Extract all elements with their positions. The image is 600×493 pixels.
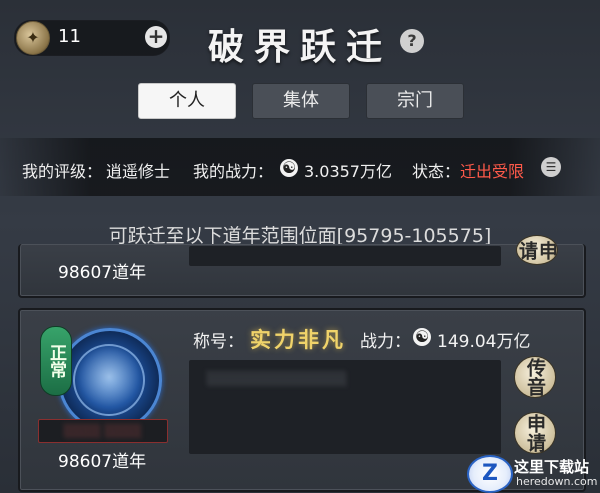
message-button[interactable]: 传音 — [514, 356, 556, 398]
message-box — [189, 246, 501, 266]
player-name-plate: ░░░░ ░░░░ — [38, 419, 168, 443]
rank-value: 逍遥修士 — [106, 162, 171, 181]
apply-button[interactable]: 申请 — [516, 235, 558, 265]
tab-personal[interactable]: 个人 — [138, 83, 236, 119]
title-label: 称号： — [193, 332, 244, 352]
dragon-emblem-icon — [73, 344, 145, 416]
power-label: 我的战力： — [193, 162, 274, 181]
power-value: 3.0357万亿 — [304, 162, 392, 181]
power-value: 149.04万亿 — [437, 332, 531, 352]
apply-button[interactable]: 申请 — [514, 412, 556, 454]
tab-collective[interactable]: 集体 — [252, 83, 350, 119]
watermark-url: heredown.com — [516, 475, 598, 488]
yinyang-icon: ☯ — [413, 327, 431, 346]
year-value: 98607道年 — [58, 263, 147, 283]
watermark-name: 这里下载站 — [514, 458, 590, 476]
page-title: 破界跃迁 — [207, 26, 392, 68]
state-label: 状态： — [412, 162, 461, 181]
title-value: 实力非凡 — [250, 327, 346, 352]
list-icon[interactable]: ☰ — [541, 157, 561, 177]
state-value: 迁出受限 — [460, 162, 525, 181]
help-icon[interactable]: ? — [400, 29, 424, 53]
rank-label: 我的评级： — [22, 162, 103, 181]
year-value: 98607道年 — [58, 452, 147, 472]
yinyang-icon: ☯ — [280, 158, 298, 177]
message-box: ░░░░░░░░░░░░░░ — [189, 360, 501, 454]
status-badge: 正常 — [40, 326, 72, 396]
watermark-logo: Z — [467, 455, 513, 493]
power-label: 战力： — [360, 332, 411, 352]
tab-sect[interactable]: 宗门 — [366, 83, 464, 119]
